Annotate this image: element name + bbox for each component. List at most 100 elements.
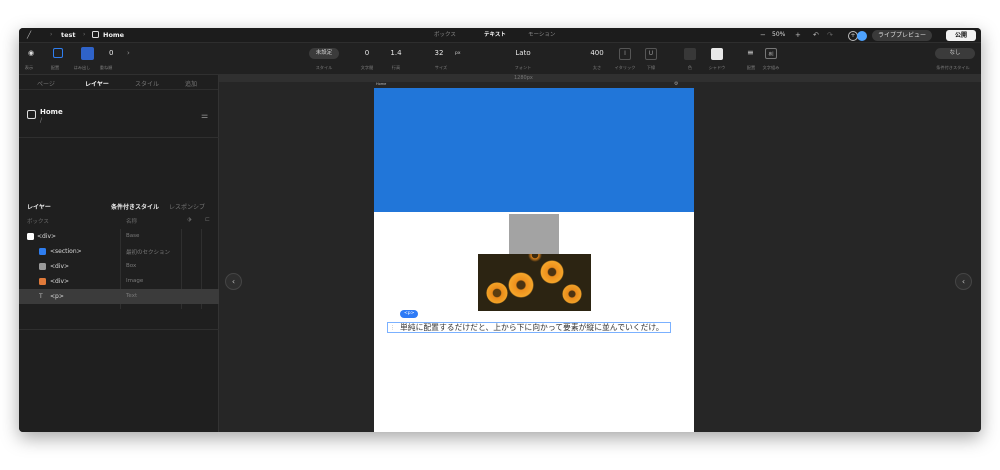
font-weight-label: 太さ <box>592 65 602 70</box>
page-frame[interactable]: <p> ⋮ 単純に配置するだけだと、上から下に向かって要素が縦に並んでいくだけ。 <box>374 88 694 432</box>
font-weight-value[interactable]: 400 <box>588 49 606 57</box>
chevron-right-icon[interactable]: › <box>127 49 130 57</box>
left-panel: ページ レイヤー スタイル 追加 Home / ⚌ レイヤー 条件付きスタイル … <box>19 75 219 432</box>
layer-row[interactable]: <div> Base <box>19 229 219 244</box>
shadow-label: シャドウ <box>708 65 726 70</box>
font-size-unit[interactable]: px <box>455 51 461 56</box>
paragraph-text[interactable]: ⋮ 単純に配置するだけだと、上から下に向かって要素が縦に並んでいくだけ。 <box>387 322 671 333</box>
layer-row[interactable]: <section> 最初のセクション <box>19 244 219 259</box>
font-size-value[interactable]: 32 <box>431 49 447 57</box>
z-order-label: 重ね順 <box>99 65 113 70</box>
collapse-left-button[interactable]: ‹ <box>225 273 242 290</box>
responsive-heading[interactable]: レスポンシブ <box>169 202 205 211</box>
layer-row[interactable]: <div> Box <box>19 259 219 274</box>
gray-box[interactable] <box>509 214 559 254</box>
property-bar: ◉ 0 › 表示 配置 はみ出し 重ね順 未設定 スタイル 0 文字間 1.4 … <box>19 43 981 75</box>
flower <box>540 260 564 284</box>
layer-color-swatch <box>39 263 46 270</box>
align-left-icon[interactable]: ≡ <box>747 48 754 57</box>
zoom-out-icon[interactable]: − <box>760 31 766 40</box>
page-icon <box>92 31 99 38</box>
publish-button[interactable]: 公開 <box>946 30 976 41</box>
layer-tag: <div> <box>37 233 57 240</box>
line-height-value[interactable]: 1.4 <box>387 49 405 57</box>
tab-box[interactable]: ボックス <box>429 30 461 41</box>
tab-layers[interactable]: レイヤー <box>85 79 109 88</box>
overflow-icon[interactable] <box>81 47 94 60</box>
avatar[interactable] <box>857 31 867 41</box>
color-label: 色 <box>687 65 693 70</box>
overflow-label: はみ出し <box>73 65 91 70</box>
page-path: / <box>40 117 43 124</box>
canvas-area[interactable]: 1280px Home ⚙ <p> ⋮ 単純に配置するだけだと、上から下に向かっ… <box>219 75 981 432</box>
conditional-style-select[interactable]: なし <box>935 48 975 59</box>
layer-color-swatch <box>27 233 34 240</box>
flower <box>486 282 508 304</box>
tab-motion[interactable]: モーション <box>523 30 560 41</box>
visibility-icon[interactable]: ◉ <box>28 49 34 57</box>
tag-icon[interactable]: ⬗ <box>187 216 192 223</box>
hero-section[interactable] <box>374 88 694 212</box>
divider <box>19 137 219 138</box>
tab-add[interactable]: 追加 <box>185 79 197 88</box>
layer-tag: <section> <box>50 248 82 255</box>
layer-class: Image <box>126 278 144 284</box>
page-icon <box>27 110 36 119</box>
underline-label: 下線 <box>646 65 656 70</box>
zoom-in-icon[interactable]: + <box>795 31 801 40</box>
font-size-label: サイズ <box>434 65 448 70</box>
drag-handle-icon[interactable]: ⋮ <box>390 324 395 332</box>
italic-label: イタリック <box>614 65 636 70</box>
column-name: 名称 <box>126 219 138 225</box>
redo-icon[interactable]: ↷ <box>827 31 833 40</box>
breadcrumb-project[interactable]: test <box>61 31 76 39</box>
font-family-value[interactable]: Lato <box>511 49 535 57</box>
breadcrumb-separator: › <box>50 31 53 38</box>
left-panel-tabs: ページ レイヤー スタイル 追加 <box>19 75 218 90</box>
tab-styles[interactable]: スタイル <box>135 79 159 88</box>
filter-icon[interactable]: ⊏ <box>205 216 210 223</box>
letter-spacing-value[interactable]: 0 <box>359 49 375 57</box>
layout-icon[interactable] <box>53 48 63 58</box>
flower-image[interactable] <box>478 254 591 311</box>
zoom-level: 50% <box>772 31 786 38</box>
undo-icon[interactable]: ↶ <box>813 31 819 40</box>
style-select[interactable]: 未設定 <box>309 48 339 59</box>
collapse-right-button[interactable]: ‹ <box>955 273 972 290</box>
shadow-swatch[interactable] <box>711 48 723 60</box>
italic-icon[interactable]: I <box>619 48 631 60</box>
flower <box>528 254 542 262</box>
paragraph-content[interactable]: 単純に配置するだけだと、上から下に向かって要素が縦に並んでいくだけ。 <box>400 323 664 332</box>
layer-row[interactable]: <div> Image <box>19 274 219 289</box>
font-family-label: フォント <box>514 65 532 70</box>
layers-heading: レイヤー <box>27 204 51 211</box>
flower <box>562 284 582 304</box>
logo-slash-icon[interactable]: ╱ <box>27 31 31 40</box>
conditional-style-heading[interactable]: 条件付きスタイル <box>111 202 159 211</box>
layer-color-swatch <box>39 248 46 255</box>
frame-settings-icon[interactable]: ⚙ <box>674 81 678 87</box>
element-tag-badge: <p> <box>400 310 419 318</box>
tab-pages[interactable]: ページ <box>37 79 55 88</box>
underline-icon[interactable]: U <box>645 48 657 60</box>
color-swatch[interactable] <box>684 48 696 60</box>
live-preview-button[interactable]: ライブプレビュー <box>872 30 933 41</box>
layer-class: Box <box>126 263 137 269</box>
settings-sliders-icon[interactable]: ⚌ <box>201 111 208 120</box>
page-title: Home <box>40 108 63 116</box>
position-label: 配置 <box>50 65 60 70</box>
breadcrumb-page[interactable]: Home <box>103 31 124 39</box>
layer-row-selected[interactable]: T <p> Text <box>19 289 219 304</box>
breadcrumb-separator: › <box>83 31 86 38</box>
text-icon: T <box>39 293 43 300</box>
text-wrap-icon[interactable]: あ| <box>765 48 777 59</box>
tab-text[interactable]: テキスト <box>479 30 511 41</box>
align-label: 配置 <box>746 65 756 70</box>
letter-spacing-label: 文字間 <box>360 65 374 70</box>
layer-tag: <p> <box>50 293 64 300</box>
line-height-label: 行高 <box>391 65 401 70</box>
layer-class: Base <box>126 233 140 239</box>
app-window: ╱ › test › Home ボックス テキスト モーション − 50% + … <box>19 28 981 432</box>
z-index-value[interactable]: 0 <box>109 49 113 57</box>
column-box: ボックス <box>27 219 49 225</box>
